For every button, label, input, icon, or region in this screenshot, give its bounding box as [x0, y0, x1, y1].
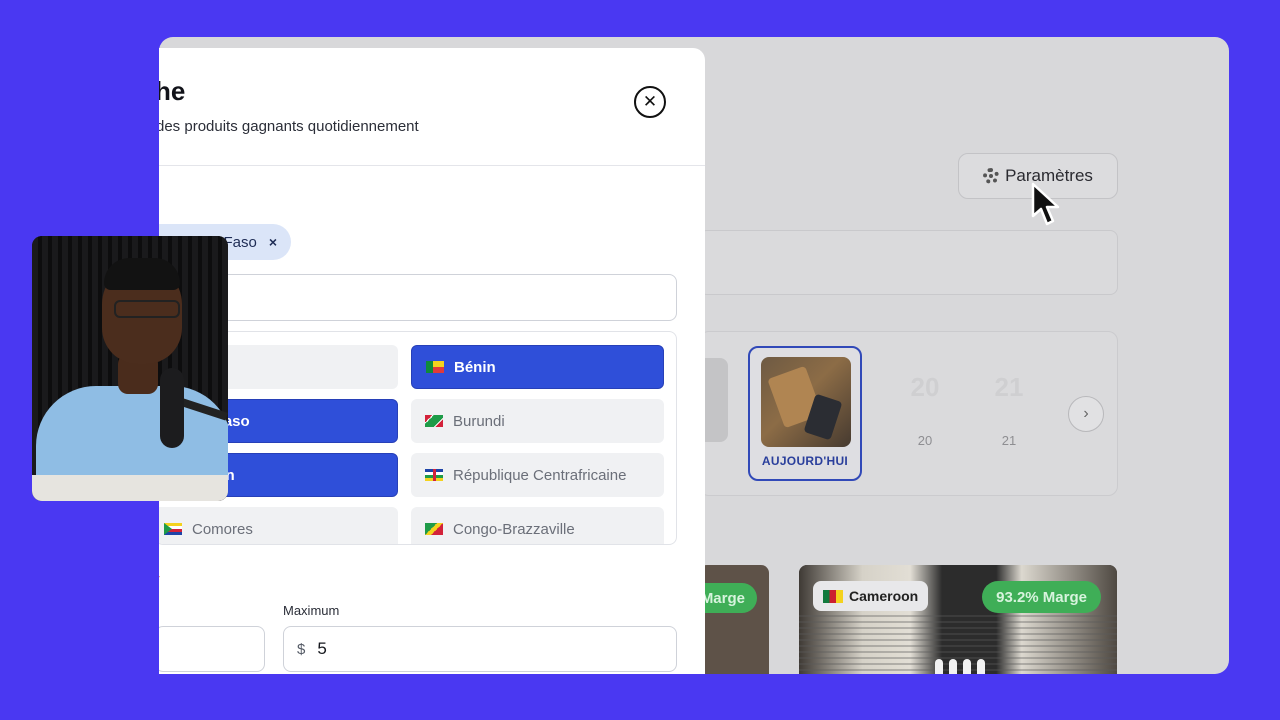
required-marker: *	[159, 572, 160, 587]
centrafrique-flag-icon	[425, 469, 443, 481]
search-settings-modal: he des produits gagnants quotidiennement…	[159, 48, 705, 674]
margin-badge: 93.2% Marge	[982, 581, 1101, 613]
country-option-label: République Centrafricaine	[453, 466, 627, 484]
country-option-label: Bénin	[454, 358, 496, 376]
benin-flag-icon	[426, 361, 444, 373]
country-badge: Cameroon	[813, 581, 929, 611]
maximum-price-input[interactable]: $ 5	[283, 626, 677, 672]
country-option-burundi[interactable]: Burundi	[411, 399, 664, 443]
glasses-icon	[114, 300, 180, 318]
filter-bar	[699, 230, 1118, 295]
modal-subtitle: des produits gagnants quotidiennement	[159, 118, 419, 135]
maximum-price-value: 5	[317, 639, 327, 658]
product-card[interactable]: Cameroon 93.2% Marge	[799, 565, 1117, 674]
congo-flag-icon	[425, 523, 443, 535]
country-option-benin[interactable]: Bénin	[411, 345, 664, 389]
gear-icon	[983, 168, 1000, 184]
mouse-cursor-icon	[1031, 182, 1060, 226]
today-label: AUJOURD'HUI	[761, 454, 849, 468]
burundi-flag-icon	[425, 415, 443, 427]
day-label: 20	[917, 433, 933, 448]
country-option-label: Burundi	[453, 412, 505, 430]
day-number: 20	[910, 372, 940, 402]
country-option-comores[interactable]: Comores	[159, 507, 398, 544]
comores-flag-icon	[164, 523, 182, 535]
today-date-card[interactable]: AUJOURD'HUI	[748, 346, 862, 481]
date-card-20[interactable]: 20 20	[900, 372, 950, 448]
chevron-right-icon[interactable]: ›	[1068, 396, 1104, 432]
country-search-input[interactable]	[159, 274, 677, 321]
minimum-price-input[interactable]	[159, 626, 265, 672]
country-grid: la Bénin na Faso Burundi eroun Républiqu…	[159, 331, 677, 545]
close-icon[interactable]: ✕	[634, 86, 666, 118]
today-product-image	[761, 357, 851, 447]
maximum-label: Maximum	[283, 603, 340, 618]
country-option-centrafrique[interactable]: République Centrafricaine	[411, 453, 664, 497]
country-option-label: Comores	[192, 520, 253, 538]
country-option-congo-brazzaville[interactable]: Congo-Brazzaville	[411, 507, 664, 544]
margin-badge: Marge	[699, 583, 757, 613]
day-number: 21	[994, 372, 1024, 402]
product-card[interactable]: Marge	[699, 565, 769, 674]
day-label: 21	[1001, 433, 1017, 448]
microphone-icon	[160, 368, 184, 448]
divider	[159, 165, 705, 166]
webcam-video-overlay	[32, 236, 228, 501]
country-option-label: Congo-Brazzaville	[453, 520, 575, 538]
desk	[32, 475, 228, 501]
cameroon-flag-icon	[823, 589, 843, 603]
date-card-21[interactable]: 21 21	[984, 372, 1034, 448]
currency-symbol: $	[297, 640, 306, 658]
date-strip: AUJOURD'HUI 20 20 21 21 ›	[699, 331, 1118, 496]
country-badge-label: Cameroon	[849, 588, 919, 604]
modal-title: he	[159, 76, 186, 106]
chip-remove-icon[interactable]: ×	[269, 234, 277, 250]
